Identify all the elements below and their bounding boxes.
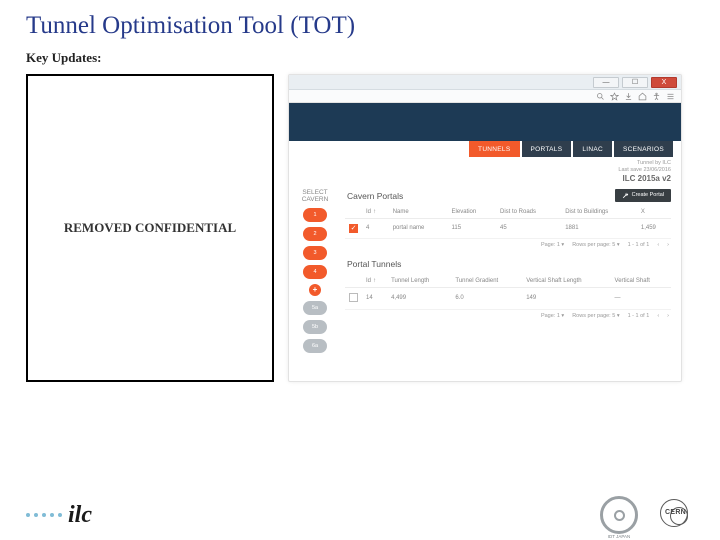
add-cavern-button[interactable]: +: [309, 284, 321, 296]
window-titlebar: — ☐ X: [289, 75, 681, 90]
tcol-gradient[interactable]: Tunnel Gradient: [451, 275, 522, 288]
browser-toolbar: [289, 90, 681, 103]
col-dist-roads[interactable]: Dist to Roads: [496, 206, 561, 219]
star-icon[interactable]: [610, 92, 619, 101]
row-checkbox[interactable]: ✓: [349, 224, 358, 233]
pager-prev[interactable]: ‹: [657, 242, 659, 248]
cell-elevation: 115: [448, 218, 496, 238]
tab-portals[interactable]: PORTALS: [522, 141, 572, 157]
window-minimize-button[interactable]: —: [593, 77, 619, 88]
col-name[interactable]: Name: [389, 206, 448, 219]
tab-linac[interactable]: LINAC: [573, 141, 612, 157]
tcol-length[interactable]: Tunnel Length: [387, 275, 451, 288]
pager-page[interactable]: Page: 1 ▾: [541, 242, 564, 248]
cell-roads: 45: [496, 218, 561, 238]
search-icon[interactable]: [596, 92, 605, 101]
tcol-id[interactable]: Id↑: [362, 275, 387, 288]
wrench-icon: [622, 192, 629, 199]
cell-name: portal name: [389, 218, 448, 238]
row-checkbox[interactable]: [349, 293, 358, 302]
tcell-vshaft: —: [611, 287, 671, 309]
cell-id: 4: [362, 218, 389, 238]
cavern-chip-5a[interactable]: 5a: [303, 301, 327, 315]
cavern-chip-3[interactable]: 3: [303, 246, 327, 260]
window-close-button[interactable]: X: [651, 77, 677, 88]
tcell-id: 14: [362, 287, 387, 309]
idt-japan-logo: IDT JAPAN: [600, 496, 638, 534]
cavern-select-column: SELECT CAVERN 1 2 3 4 + 5a 5b 6a: [295, 189, 335, 381]
window-maximize-button[interactable]: ☐: [622, 77, 648, 88]
create-portal-button[interactable]: Create Portal: [615, 189, 671, 202]
cell-buildings: 1881: [561, 218, 637, 238]
cavern-chip-4[interactable]: 4: [303, 265, 327, 279]
cavern-chip-2[interactable]: 2: [303, 227, 327, 241]
project-meta: Tunnel by ILC Last save 23/06/2016 ILC 2…: [289, 157, 681, 185]
pager-prev[interactable]: ‹: [657, 313, 659, 319]
pager-page[interactable]: Page: 1 ▾: [541, 313, 564, 319]
col-id[interactable]: Id↑: [362, 206, 389, 219]
ilc-logo: ilc: [68, 502, 92, 529]
accessibility-icon[interactable]: [652, 92, 661, 101]
pager-rpp[interactable]: Rows per page: 5 ▾: [572, 242, 619, 248]
tcol-vshaft[interactable]: Vertical Shaft: [611, 275, 671, 288]
tunnels-pager: Page: 1 ▾ Rows per page: 5 ▾ 1 - 1 of 1 …: [345, 310, 671, 322]
download-icon[interactable]: [624, 92, 633, 101]
select-cavern-label: SELECT CAVERN: [295, 189, 335, 203]
slide-footer: ilc IDT JAPAN CERN: [0, 496, 720, 534]
pager-rpp[interactable]: Rows per page: 5 ▾: [572, 313, 619, 319]
home-icon[interactable]: [638, 92, 647, 101]
col-elevation[interactable]: Elevation: [448, 206, 496, 219]
tab-scenarios[interactable]: SCENARIOS: [614, 141, 673, 157]
tcell-vshaft-len: 149: [522, 287, 610, 309]
cavern-chip-6a[interactable]: 6a: [303, 339, 327, 353]
redacted-text: REMOVED CONFIDENTIAL: [64, 220, 236, 236]
cell-x: 1,459: [637, 218, 671, 238]
portal-tunnels-title: Portal Tunnels: [345, 257, 671, 275]
cern-logo: CERN: [658, 497, 694, 533]
col-x: X: [637, 206, 671, 219]
tool-name: Tunnel by ILC: [289, 160, 671, 167]
project-name: ILC 2015a v2: [289, 174, 671, 184]
tunnels-table: Id↑ Tunnel Length Tunnel Gradient Vertic…: [345, 275, 671, 310]
pager-next[interactable]: ›: [667, 313, 669, 319]
col-dist-buildings[interactable]: Dist to Buildings: [561, 206, 637, 219]
create-portal-label: Create Portal: [632, 192, 664, 198]
pager-range: 1 - 1 of 1: [628, 313, 650, 319]
table-row[interactable]: 14 4,499 6.0 149 —: [345, 287, 671, 309]
slide-title: Tunnel Optimisation Tool (TOT): [26, 12, 700, 40]
key-updates-label: Key Updates:: [26, 50, 700, 66]
redacted-panel: REMOVED CONFIDENTIAL: [26, 74, 274, 382]
main-tabs: TUNNELS PORTALS LINAC SCENARIOS: [289, 141, 681, 157]
app-banner: [289, 103, 681, 141]
tcell-length: 4,499: [387, 287, 451, 309]
tcol-vshaft-len[interactable]: Vertical Shaft Length: [522, 275, 610, 288]
table-row[interactable]: ✓ 4 portal name 115 45 1881 1,459: [345, 218, 671, 238]
cavern-chip-5b[interactable]: 5b: [303, 320, 327, 334]
last-save: Last save 23/06/2016: [289, 167, 671, 174]
tab-tunnels[interactable]: TUNNELS: [469, 141, 519, 157]
pager-next[interactable]: ›: [667, 242, 669, 248]
tcell-gradient: 6.0: [451, 287, 522, 309]
portals-pager: Page: 1 ▾ Rows per page: 5 ▾ 1 - 1 of 1 …: [345, 239, 671, 251]
cavern-chip-1[interactable]: 1: [303, 208, 327, 222]
tot-app-window: — ☐ X TUNNELS PORTALS LINAC SCENARIOS Tu…: [288, 74, 682, 382]
pager-range: 1 - 1 of 1: [628, 242, 650, 248]
menu-icon[interactable]: [666, 92, 675, 101]
footer-dots-icon: [26, 513, 62, 517]
portals-table: Id↑ Name Elevation Dist to Roads Dist to…: [345, 206, 671, 239]
